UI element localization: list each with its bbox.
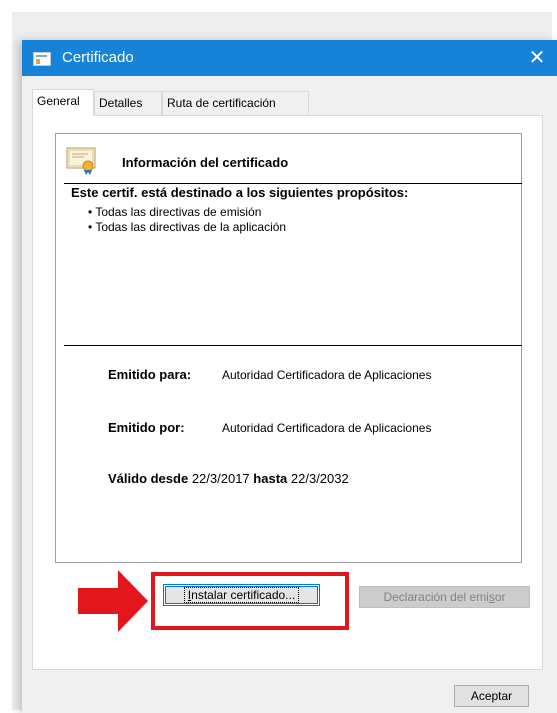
window-title: Certificado [62, 49, 134, 66]
list-item: Todas las directivas de la aplicación [88, 220, 286, 235]
list-item: Todas las directivas de emisión [88, 205, 286, 220]
title-bar[interactable]: Certificado ✕ [22, 40, 557, 76]
issued-by-label: Emitido por: [108, 420, 185, 435]
issued-by-value: Autoridad Certificadora de Aplicaciones [222, 421, 432, 435]
certificate-icon [66, 147, 96, 175]
certificate-dialog: Certificado ✕ General Detalles Ruta de c… [22, 40, 557, 713]
purpose-list: Todas las directivas de emisión Todas la… [88, 205, 286, 235]
issuer-label-end: or [494, 590, 506, 604]
valid-from-value: 22/3/2017 [191, 471, 250, 486]
accept-button[interactable]: Aceptar [454, 685, 529, 707]
close-button[interactable]: ✕ [517, 40, 557, 76]
certificate-window-icon [33, 52, 51, 66]
tab-general[interactable]: General [32, 89, 94, 116]
certificate-info-box: Información del certificado Este certif.… [55, 133, 522, 563]
issued-to-label: Emitido para: [108, 367, 192, 382]
valid-from-label: Válido desde [108, 471, 189, 486]
tab-detalles[interactable]: Detalles [94, 91, 162, 115]
issuer-label-start: Declaración del emi [383, 590, 489, 604]
issued-to-value: Autoridad Certificadora de Aplicaciones [222, 368, 432, 382]
validity-line: Válido desde 22/3/2017 hasta 22/3/2032 [108, 471, 349, 486]
issuer-statement-button[interactable]: Declaración del emisor [359, 586, 530, 608]
divider-top [64, 183, 522, 184]
certificate-heading: Información del certificado [122, 155, 289, 170]
purpose-title: Este certif. está destinado a los siguie… [71, 185, 409, 200]
highlight-annotation [151, 572, 349, 630]
red-arrow-annotation [78, 570, 148, 632]
divider-middle [64, 345, 522, 346]
tab-ruta-certificacion[interactable]: Ruta de certificación [162, 91, 309, 115]
valid-to-value: 22/3/2032 [290, 471, 349, 486]
valid-to-label: hasta [253, 471, 288, 486]
